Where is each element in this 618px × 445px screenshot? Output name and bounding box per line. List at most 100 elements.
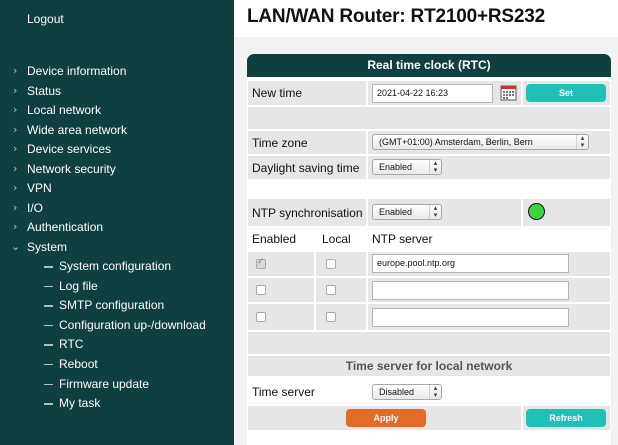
sidebar: Logout › Device information › Status › Loca…	[0, 0, 234, 445]
timezone-select[interactable]: (GMT+01:00) Amsterdam, Berlin, Bern ▴ ▾	[372, 134, 589, 150]
col-local-header: Local	[322, 232, 351, 246]
nav-item-vpn[interactable]: › VPN	[0, 179, 234, 199]
nav-item-network-security[interactable]: › Network security	[0, 160, 234, 180]
subnav-item-configuration-updownload[interactable]: Configuration up-/download	[0, 316, 234, 336]
select-arrow-icon: ▴ ▾	[429, 205, 441, 219]
timezone-row: Time zone (GMT+01:00) Amsterdam, Berlin,…	[248, 131, 610, 154]
divider	[366, 304, 368, 330]
page-title: LAN/WAN Router: RT2100+RS232	[247, 6, 545, 27]
subnav-item-label: SMTP configuration	[59, 298, 165, 313]
new-time-label: New time	[252, 86, 303, 100]
spacer-row	[248, 332, 610, 354]
dst-row: Daylight saving time Enabled ▴ ▾	[248, 156, 610, 179]
dash-icon	[44, 266, 53, 268]
nav-item-label: I/O	[27, 200, 44, 215]
dash-icon	[44, 383, 53, 386]
timezone-label: Time zone	[252, 135, 308, 150]
chevron-down-icon: ⌄	[11, 239, 21, 253]
divider	[366, 252, 368, 276]
nav-menu: › Device information › Status › Local netwo…	[0, 62, 234, 414]
subnav-item-label: RTC	[59, 337, 84, 352]
chevron-right-icon: ›	[13, 200, 18, 214]
nav-item-system[interactable]: ⌄ System	[0, 238, 234, 258]
dash-icon	[44, 344, 53, 346]
dash-icon	[44, 363, 53, 366]
subnav-item-label: Log file	[59, 278, 98, 293]
actions-row: Apply Refresh	[248, 406, 610, 430]
panel-title: Real time clock (RTC)	[247, 54, 611, 77]
subnav-item-my-task[interactable]: My task	[0, 394, 234, 414]
subnav-item-smtp-configuration[interactable]: SMTP configuration	[0, 296, 234, 316]
divider	[366, 131, 368, 154]
chevron-right-icon: ›	[13, 64, 18, 77]
new-time-input[interactable]: 2021-04-22 16:23	[372, 84, 493, 103]
spacer-row	[248, 107, 610, 129]
nav-item-status[interactable]: › Status	[0, 82, 234, 102]
logout-link[interactable]: Logout	[27, 12, 64, 26]
enabled-checkbox[interactable]	[256, 257, 266, 269]
col-server-header: NTP server	[372, 232, 433, 246]
ntp-select[interactable]: Enabled ▴ ▾	[372, 204, 442, 220]
nav-item-device-services[interactable]: › Device services	[0, 140, 234, 160]
dst-select[interactable]: Enabled ▴ ▾	[372, 159, 442, 175]
local-checkbox[interactable]	[326, 312, 336, 322]
ntp-label: NTP synchronisation	[252, 205, 363, 220]
enabled-checkbox[interactable]	[256, 285, 266, 295]
rtc-panel: Real time clock (RTC) New time 2021-04-2…	[247, 54, 611, 445]
nav-item-local-network[interactable]: › Local network	[0, 101, 234, 121]
timezone-value: (GMT+01:00) Amsterdam, Berlin, Bern	[379, 137, 533, 147]
dash-icon	[44, 285, 53, 288]
timeserver-select[interactable]: Disabled ▴ ▾	[372, 384, 442, 400]
divider	[521, 81, 523, 105]
divider	[521, 406, 523, 430]
chevron-right-icon: ›	[13, 103, 18, 116]
ntp-row: NTP synchronisation Enabled ▴ ▾	[248, 199, 610, 226]
ntp-server-input[interactable]	[372, 281, 569, 300]
subnav-item-label: Firmware update	[59, 376, 150, 391]
local-checkbox[interactable]	[326, 259, 336, 269]
divider	[521, 199, 523, 226]
chevron-right-icon: ›	[13, 83, 18, 97]
chevron-right-icon: ›	[13, 122, 18, 136]
nav-item-label: VPN	[27, 181, 52, 195]
chevron-right-icon: ›	[13, 181, 18, 194]
apply-button[interactable]: Apply	[346, 409, 426, 427]
local-checkbox[interactable]	[326, 285, 336, 295]
local-server-section: Time server for local network	[248, 356, 610, 376]
subnav-item-label: Reboot	[59, 356, 98, 371]
nav-item-device-information[interactable]: › Device information	[0, 62, 234, 82]
ntp-status-indicator	[528, 203, 545, 220]
subnav-item-reboot[interactable]: Reboot	[0, 355, 234, 375]
nav-item-authentication[interactable]: › Authentication	[0, 218, 234, 238]
dash-icon	[44, 305, 53, 307]
nav-item-label: System	[27, 239, 68, 254]
subnav-item-rtc[interactable]: RTC	[0, 335, 234, 355]
nav-item-io[interactable]: › I/O	[0, 199, 234, 219]
subnav-item-log-file[interactable]: Log file	[0, 277, 234, 297]
nav-item-wide-area-network[interactable]: › Wide area network	[0, 121, 234, 141]
ntp-server-row	[248, 304, 610, 330]
nav-item-label: Device information	[27, 64, 127, 78]
refresh-button[interactable]: Refresh	[526, 409, 606, 427]
subnav-item-firmware-update[interactable]: Firmware update	[0, 375, 234, 395]
subnav-item-system-configuration[interactable]: System configuration	[0, 257, 234, 277]
calendar-icon[interactable]	[500, 84, 517, 101]
divider	[314, 304, 316, 330]
divider	[366, 278, 368, 302]
enabled-checkbox[interactable]	[256, 312, 266, 322]
ntp-value: Enabled	[379, 207, 413, 217]
new-time-row: New time 2021-04-22 16:23 Set	[248, 81, 610, 105]
ntp-table-header: Enabled Local NTP server	[248, 228, 610, 250]
ntp-server-input[interactable]: europe.pool.ntp.org	[372, 254, 569, 273]
divider	[366, 199, 368, 226]
ntp-server-input[interactable]	[372, 308, 569, 327]
timeserver-value: Disabled	[379, 387, 415, 397]
select-arrow-icon: ▴ ▾	[429, 385, 441, 399]
subnav-item-label: My task	[59, 396, 101, 411]
chevron-right-icon: ›	[13, 142, 18, 155]
nav-item-label: Device services	[27, 142, 112, 156]
dash-icon	[44, 324, 53, 327]
set-time-button[interactable]: Set	[526, 84, 606, 102]
nav-item-label: Network security	[27, 161, 116, 176]
divider	[366, 156, 368, 179]
